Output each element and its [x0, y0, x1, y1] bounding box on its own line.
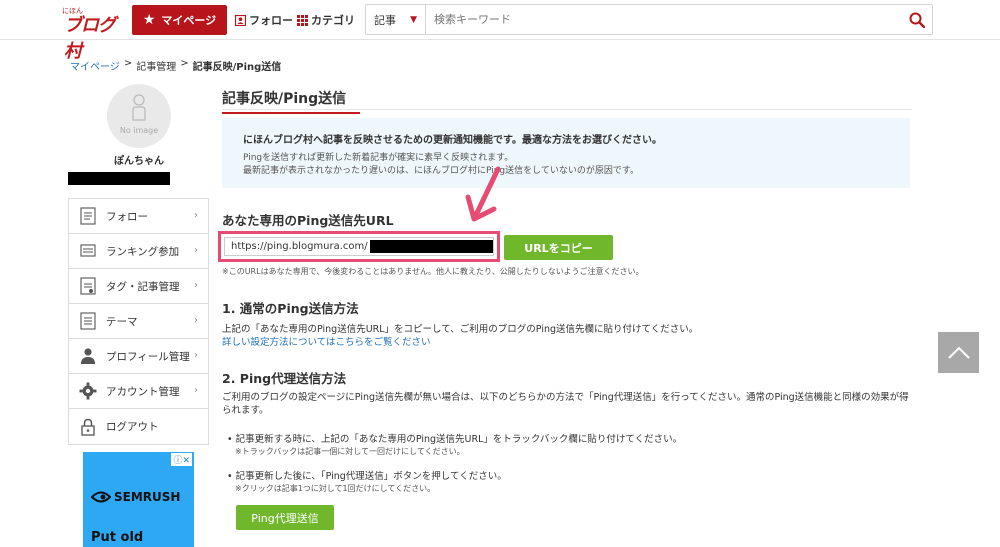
chevron-right-icon: ›	[194, 280, 198, 291]
grid-icon	[297, 14, 308, 26]
sidebar-item-label: タグ・記事管理	[106, 280, 180, 293]
section2-bullet: • 記事更新した後に、「Ping代理送信」ボタンを押してください。	[227, 471, 507, 482]
ping-url-highlight: https://ping.blogmura.com/	[218, 231, 500, 262]
info-box: にほんブログ村へ記事を反映させるための更新通知機能です。最適な方法をお選びくださ…	[222, 118, 910, 188]
section2-bullet-note: ※クリックは記事1つに対して1回だけにしてください。	[235, 484, 436, 493]
sidebar-item-label: ログアウト	[106, 421, 159, 433]
info-line: Pingを送信すれば更新した新着記事が確実に素早く反映されます。	[243, 153, 514, 163]
sidebar-item-label: ランキング参加	[106, 245, 180, 258]
avatar-noimage-text: No image	[119, 126, 159, 135]
ping-url-prefix: https://ping.blogmura.com/	[231, 241, 368, 252]
breadcrumb-separator: >	[180, 58, 189, 69]
follow-icon	[235, 14, 246, 26]
chevron-right-icon: ›	[194, 350, 198, 361]
breadcrumb-article-mgmt[interactable]: 記事管理	[136, 58, 176, 73]
gear-icon	[79, 381, 97, 401]
follow-label: フォロー	[249, 14, 293, 27]
info-description: Pingを送信すれば更新した新着記事が確実に素早く反映されます。 最新記事が表示…	[243, 152, 639, 178]
sidebar-item-tag-article[interactable]: タグ・記事管理 ›	[69, 269, 208, 304]
sidebar-menu: フォロー › ランキング参加 › タグ・記事管理 › テーマ › プロフィール管…	[68, 198, 209, 445]
mypage-button[interactable]: ★ マイページ	[132, 5, 227, 35]
chevron-right-icon: ›	[194, 385, 198, 396]
reader-icon	[79, 206, 97, 226]
sidebar-item-profile[interactable]: プロフィール管理 ›	[69, 339, 208, 374]
search-input[interactable]	[426, 5, 902, 34]
chevron-right-icon: ›	[194, 245, 198, 256]
username: ぽんちゃん	[114, 156, 164, 167]
logo-main-text: ブログ村	[64, 15, 116, 62]
ad-brand: SEMRUSH	[91, 490, 180, 504]
breadcrumb-current: 記事反映/Ping送信	[192, 62, 282, 73]
settings-help-link[interactable]: 詳しい設定方法についてはこちらをご覧ください	[222, 334, 431, 348]
copy-url-button[interactable]: URLをコピー	[504, 235, 613, 260]
ping-url-heading: あなた専用のPing送信先URL	[222, 213, 394, 228]
chevron-right-icon: ›	[194, 315, 198, 326]
sidebar-item-label: テーマ	[106, 315, 138, 328]
redacted-block	[369, 240, 493, 253]
ping-url-note: ※このURLはあなた専用で、今後変わることはありません。他人に教えたり、公開した…	[222, 267, 644, 276]
avatar: No image	[107, 84, 171, 148]
divider	[222, 109, 912, 110]
ping-proxy-send-button[interactable]: Ping代理送信	[236, 505, 334, 530]
chevron-right-icon: ›	[194, 210, 198, 221]
info-headline: にほんブログ村へ記事を反映させるための更新通知機能です。最適な方法をお選びくださ…	[243, 135, 662, 146]
redacted-block	[68, 172, 170, 185]
sidebar-item-account[interactable]: アカウント管理 ›	[69, 374, 208, 409]
section1-heading: 1. 通常のPing送信方法	[222, 301, 359, 316]
profile-icon	[79, 346, 97, 366]
sidebar-item-follow[interactable]: フォロー ›	[69, 199, 208, 234]
category-label: カテゴリ	[311, 14, 355, 27]
site-header: にほん ブログ村 ★ マイページ フォロー カテゴリ 記事 ▼	[0, 0, 1000, 62]
banner-icon	[79, 241, 97, 261]
sidebar-item-label: プロフィール管理	[106, 350, 190, 363]
mypage-label: マイページ	[161, 14, 217, 27]
lock-icon	[79, 417, 97, 437]
search-bar: 記事 ▼	[365, 4, 933, 35]
sidebar-item-label: アカウント管理	[106, 385, 180, 398]
section2-bullet: • 記事更新する時に、上記の「あなた専用のPing送信先URL」をトラックバック…	[227, 434, 683, 445]
ad-brand-text: SEMRUSH	[114, 490, 181, 504]
semrush-logo-icon	[91, 491, 111, 503]
scroll-to-top-button[interactable]	[938, 332, 979, 373]
ping-url-field[interactable]: https://ping.blogmura.com/	[224, 237, 494, 256]
search-button[interactable]	[902, 5, 932, 34]
sidebar-item-logout[interactable]: ログアウト	[69, 409, 208, 444]
breadcrumb: マイページ > 記事管理 > 記事反映/Ping送信	[70, 58, 281, 73]
sidebar-item-theme[interactable]: テーマ ›	[69, 304, 208, 339]
search-icon	[909, 12, 925, 28]
caret-down-icon: ▼	[410, 14, 417, 25]
sidebar-item-ranking[interactable]: ランキング参加 ›	[69, 234, 208, 269]
info-line: 最新記事が表示されなかったり遅いのは、にほんブログ村にPing送信をしていないの…	[243, 166, 639, 176]
chevron-up-icon	[947, 346, 970, 359]
site-logo[interactable]: にほん ブログ村	[62, 6, 126, 62]
post-icon	[79, 276, 97, 296]
user-placeholder-icon	[132, 94, 146, 121]
breadcrumb-mypage[interactable]: マイページ	[70, 58, 120, 73]
section2-bullet-note: ※トラックバックは記事一個に対して一回だけにしてください。	[235, 447, 465, 456]
page-title: 記事反映/Ping送信	[222, 88, 360, 114]
search-scope-value: 記事	[374, 13, 396, 27]
annotation-arrow-icon	[465, 166, 501, 222]
advertisement[interactable]: ⓘ✕ SEMRUSH Put old	[83, 452, 194, 547]
search-scope-select[interactable]: 記事 ▼	[366, 5, 426, 34]
ad-text: Put old	[91, 530, 144, 545]
section1-text: 上記の「あなた専用のPing送信先URL」をコピーして、ご利用のブログのPing…	[222, 324, 699, 335]
breadcrumb-separator: >	[123, 58, 133, 69]
star-icon: ★	[142, 12, 156, 28]
category-nav[interactable]: カテゴリ	[297, 12, 355, 28]
theme-icon	[79, 311, 97, 331]
section2-heading: 2. Ping代理送信方法	[222, 371, 347, 386]
section2-text: ご利用のブログの設定ページにPing送信先欄が無い場合は、以下のどちらかの方法で…	[222, 392, 909, 416]
adchoices-icon[interactable]: ⓘ✕	[171, 453, 192, 466]
follow-nav[interactable]: フォロー	[235, 12, 293, 28]
sidebar-item-label: フォロー	[106, 210, 148, 223]
